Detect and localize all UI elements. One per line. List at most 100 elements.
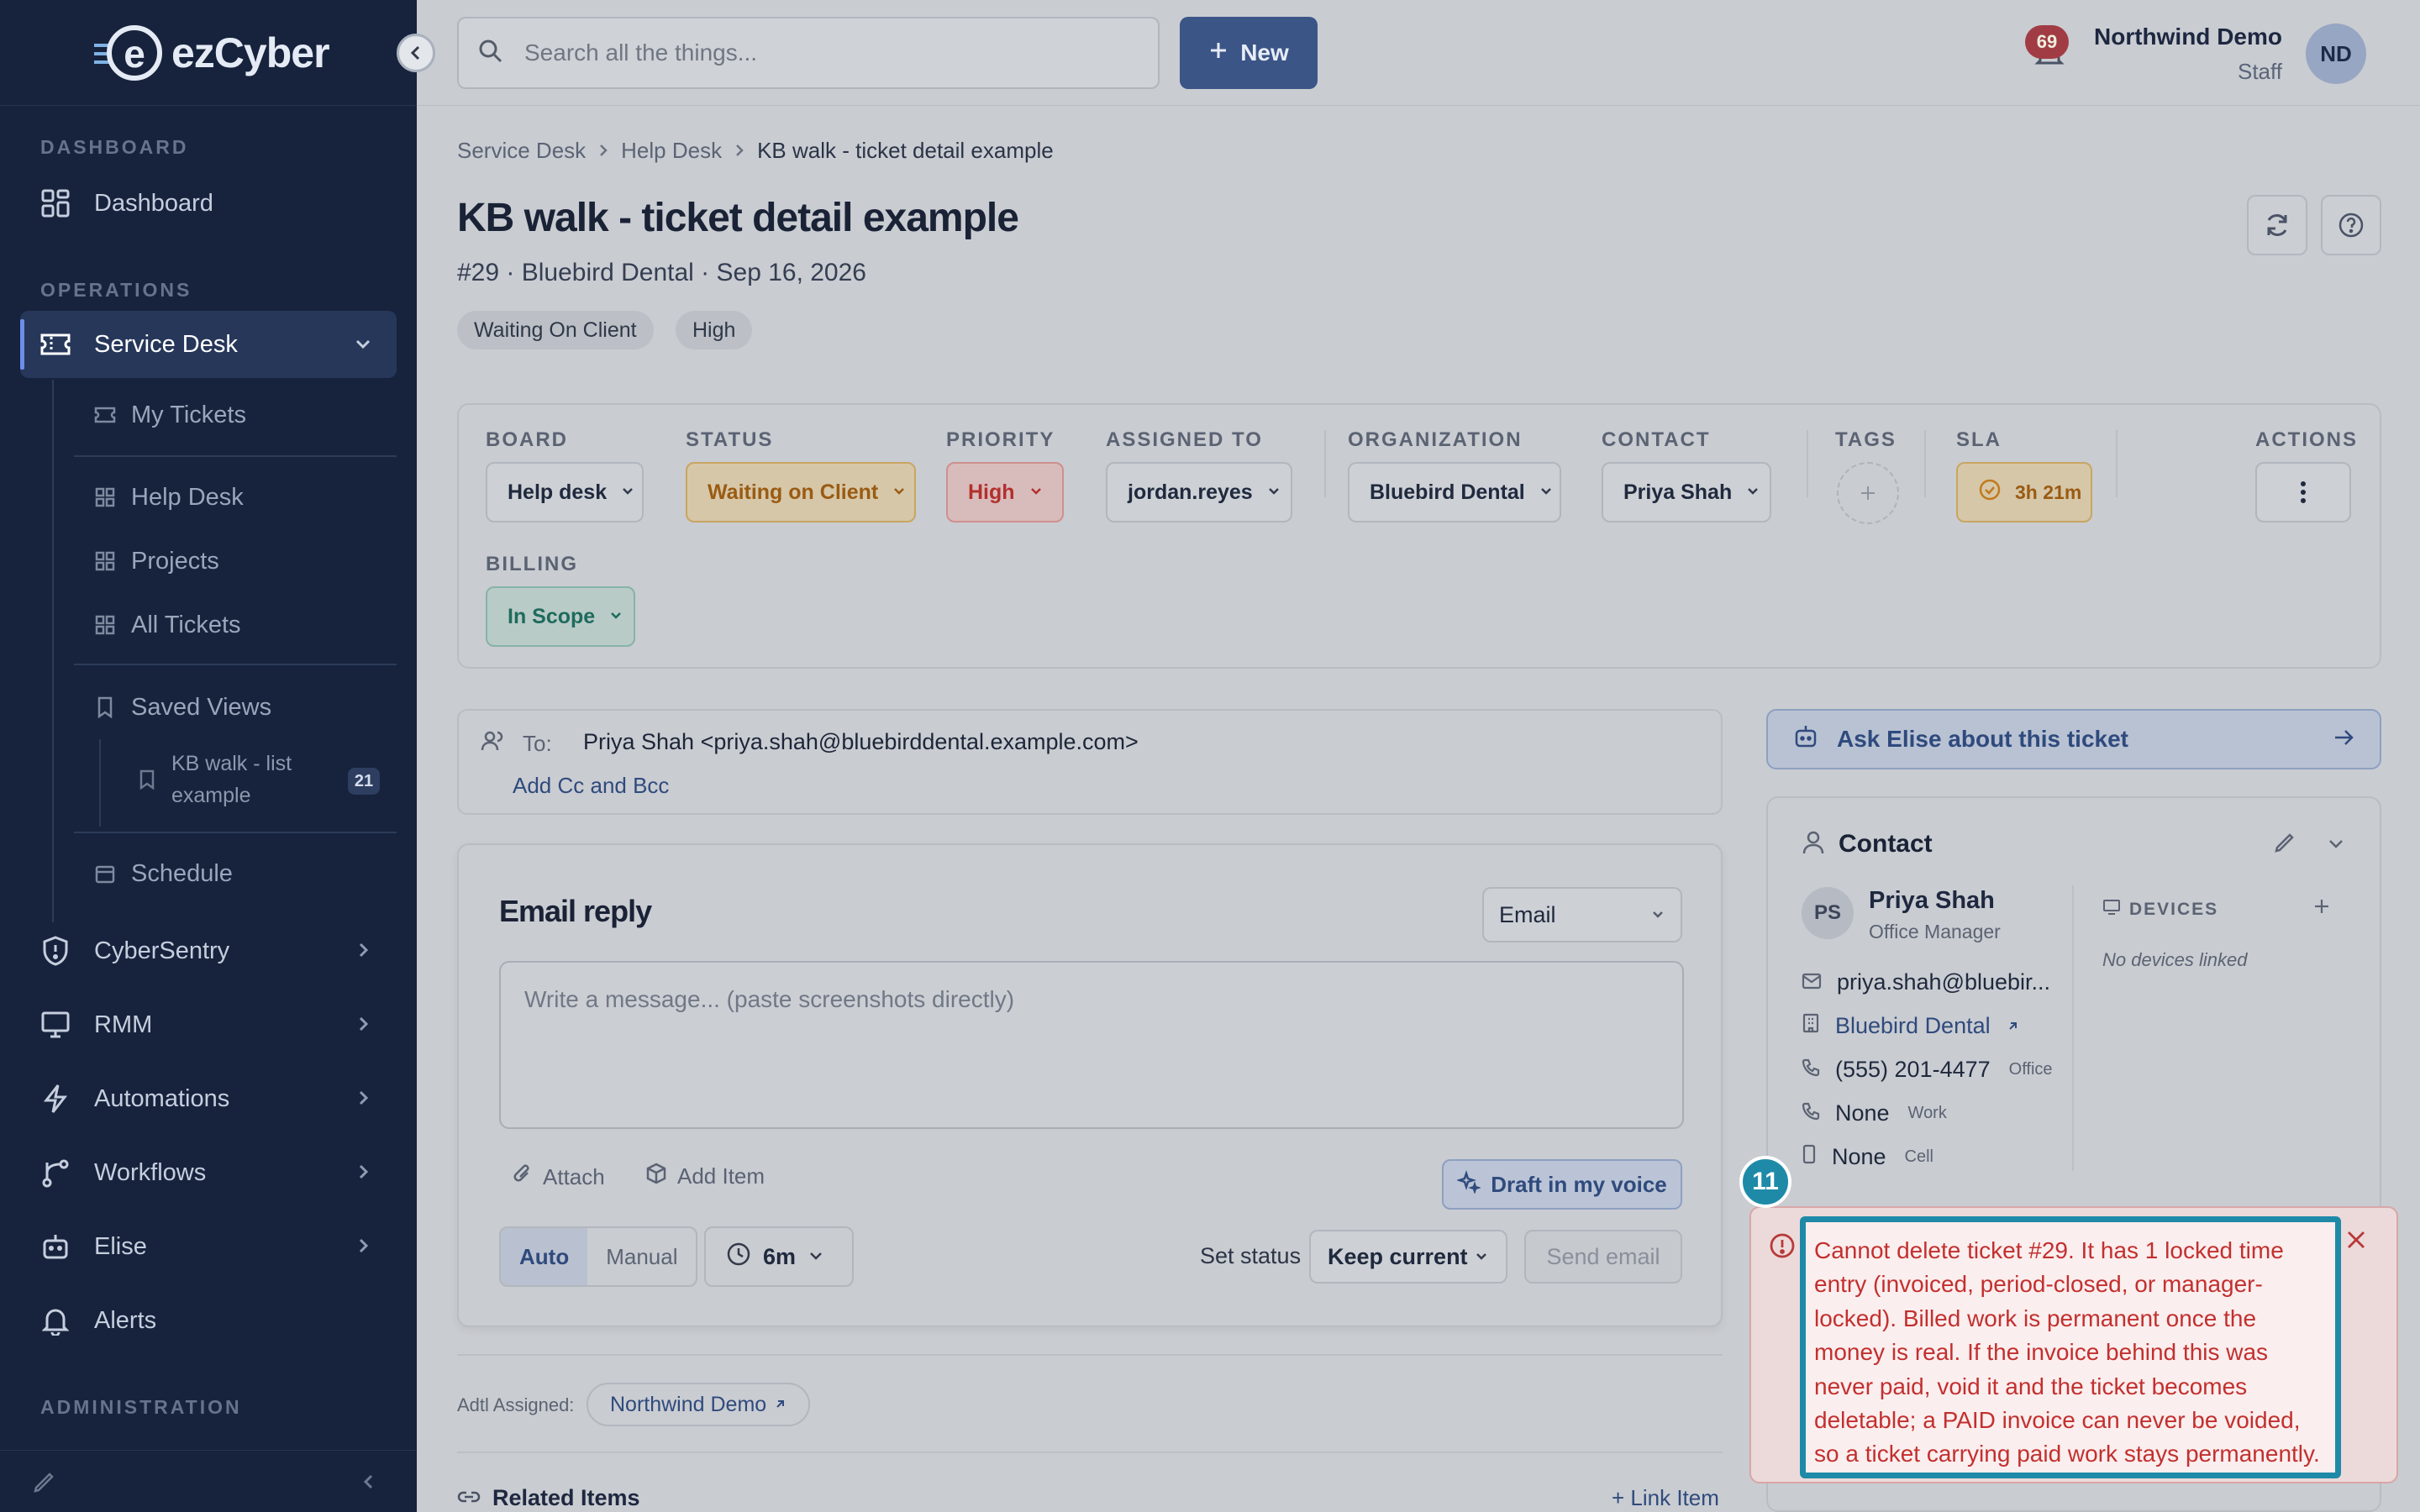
attach-button[interactable]: Attach <box>513 1163 605 1192</box>
contact-org-row[interactable]: Bluebird Dental <box>1802 1013 2019 1039</box>
contact-cell: None <box>1832 1144 1886 1169</box>
sidebar-item-automations[interactable]: Automations <box>20 1065 397 1132</box>
sidebar-item-rmm[interactable]: RMM <box>20 991 397 1058</box>
to-recipient[interactable]: Priya Shah <priya.shah@bluebirddental.ex… <box>583 729 1139 755</box>
add-item-button[interactable]: Add Item <box>645 1163 765 1190</box>
refresh-button[interactable] <box>2247 195 2307 255</box>
sidebar-item-my-tickets[interactable]: My Tickets <box>74 385 397 445</box>
mobile-icon <box>1802 1144 1817 1170</box>
edit-icon[interactable] <box>2272 830 2297 859</box>
refresh-icon <box>2267 214 2287 236</box>
brand-logo[interactable]: e ezCyber <box>92 24 330 82</box>
contact-role: Office Manager <box>1869 921 2001 942</box>
sidebar-footer <box>0 1450 417 1512</box>
ask-elise-button[interactable]: Ask Elise about this ticket <box>1766 709 2381 769</box>
sidebar-item-label: Alerts <box>94 1306 157 1334</box>
assigned-select[interactable]: jordan.reyes <box>1106 462 1292 522</box>
chevron-down-icon <box>1028 480 1044 505</box>
sidebar-item-label: Automations <box>94 1084 230 1112</box>
time-select[interactable]: 6m <box>704 1226 854 1287</box>
brand-name: ezCyber <box>171 29 330 76</box>
sidebar-item-help-desk[interactable]: Help Desk <box>74 467 397 528</box>
additional-assigned-label: Adtl Assigned: <box>457 1394 575 1415</box>
contact-work-row: None Work <box>1802 1100 1947 1126</box>
divider <box>74 832 397 833</box>
chevron-down-icon <box>808 1244 824 1270</box>
breadcrumb-item[interactable]: Help Desk <box>621 138 722 164</box>
sidebar-item-service-desk[interactable]: Service Desk <box>20 311 397 378</box>
avatar[interactable]: ND <box>2306 24 2366 84</box>
actions-label: ACTIONS <box>2255 428 2358 451</box>
related-items-title: Related Items <box>492 1485 640 1510</box>
saved-view-item[interactable]: KB walk - list example <box>171 748 339 811</box>
chevron-down-icon <box>1745 480 1760 505</box>
add-tag-button[interactable] <box>1837 462 1899 524</box>
sidebar-item-schedule[interactable]: Schedule <box>74 843 397 904</box>
channel-select[interactable]: Email <box>1482 887 1682 942</box>
sidebar-item-workflows[interactable]: Workflows <box>20 1139 397 1206</box>
external-link-icon <box>2006 1013 2019 1039</box>
bot-icon <box>39 1230 72 1263</box>
mode-manual-button[interactable]: Manual <box>587 1228 696 1285</box>
contact-email: priya.shah@bluebir... <box>1837 969 2051 995</box>
help-icon <box>2338 213 2364 238</box>
chevron-left-icon[interactable] <box>360 1473 378 1495</box>
tour-step-badge: 11 <box>1739 1156 1791 1208</box>
sidebar: e ezCyber DASHBOARD Dashboard OPERATIONS… <box>0 0 417 1512</box>
sidebar-item-all-tickets[interactable]: All Tickets <box>74 595 397 655</box>
set-status-select[interactable]: Keep current <box>1309 1230 1507 1284</box>
status-badge: Waiting On Client <box>457 311 654 349</box>
help-button[interactable] <box>2321 195 2381 255</box>
search-box[interactable] <box>457 17 1160 89</box>
new-button[interactable]: New <box>1180 17 1318 89</box>
priority-select[interactable]: High <box>946 462 1064 522</box>
message-input[interactable] <box>499 961 1684 1129</box>
contact-phone-row[interactable]: (555) 201-4477 Office <box>1802 1057 2053 1083</box>
divider <box>74 664 397 665</box>
set-status-label: Set status <box>1200 1243 1302 1268</box>
chevron-down-icon <box>1266 480 1281 505</box>
sla-indicator[interactable]: 3h 21m <box>1956 462 2092 522</box>
breadcrumb-item[interactable]: Service Desk <box>457 138 586 164</box>
user-name[interactable]: Northwind Demo <box>2062 24 2282 50</box>
related-items-heading: Related Items <box>457 1485 640 1511</box>
contact-email-row[interactable]: priya.shah@bluebir... <box>1802 969 2050 995</box>
priority-badge: High <box>676 311 753 349</box>
pencil-icon[interactable] <box>32 1469 57 1499</box>
chevron-right-icon <box>353 1013 373 1041</box>
add-device-button[interactable] <box>2312 897 2331 920</box>
sidebar-item-cybersentry[interactable]: CyberSentry <box>20 917 397 984</box>
sidebar-item-elise[interactable]: Elise <box>20 1213 397 1280</box>
grid-icon <box>94 486 116 508</box>
organization-select[interactable]: Bluebird Dental <box>1348 462 1561 522</box>
send-email-button[interactable]: Send email <box>1524 1230 1682 1284</box>
chevron-down-icon <box>353 333 373 360</box>
mode-auto-button[interactable]: Auto <box>501 1228 588 1285</box>
billing-select[interactable]: In Scope <box>486 586 635 647</box>
sidebar-item-dashboard[interactable]: Dashboard <box>20 170 397 237</box>
user-role: Staff <box>2237 59 2282 84</box>
actions-menu-button[interactable] <box>2255 462 2351 522</box>
contact-select[interactable]: Priya Shah <box>1602 462 1771 522</box>
search-input[interactable] <box>524 39 1113 66</box>
board-select[interactable]: Help desk <box>486 462 644 522</box>
divider <box>1807 430 1808 497</box>
saved-view-count-badge: 21 <box>348 768 380 795</box>
channel-value: Email <box>1499 901 1556 927</box>
close-icon[interactable] <box>2344 1228 2368 1256</box>
sidebar-item-saved-views[interactable]: Saved Views <box>74 677 397 738</box>
draft-in-my-voice-button[interactable]: Draft in my voice <box>1442 1159 1682 1210</box>
chevron-down-icon[interactable] <box>2326 833 2346 858</box>
add-cc-bcc-link[interactable]: Add Cc and Bcc <box>513 773 669 799</box>
sidebar-item-alerts[interactable]: Alerts <box>20 1287 397 1354</box>
draft-label: Draft in my voice <box>1491 1171 1667 1197</box>
chevron-right-icon <box>734 138 745 164</box>
phone-icon <box>1802 1057 1820 1083</box>
sidebar-item-projects[interactable]: Projects <box>74 531 397 591</box>
ask-elise-label: Ask Elise about this ticket <box>1837 726 2128 752</box>
additional-assigned-chip[interactable]: Northwind Demo <box>587 1383 811 1426</box>
collapse-sidebar-button[interactable] <box>397 34 435 72</box>
link-item-button[interactable]: + Link Item <box>1612 1485 1719 1511</box>
status-select[interactable]: Waiting on Client <box>686 462 916 522</box>
calendar-icon <box>94 863 116 885</box>
